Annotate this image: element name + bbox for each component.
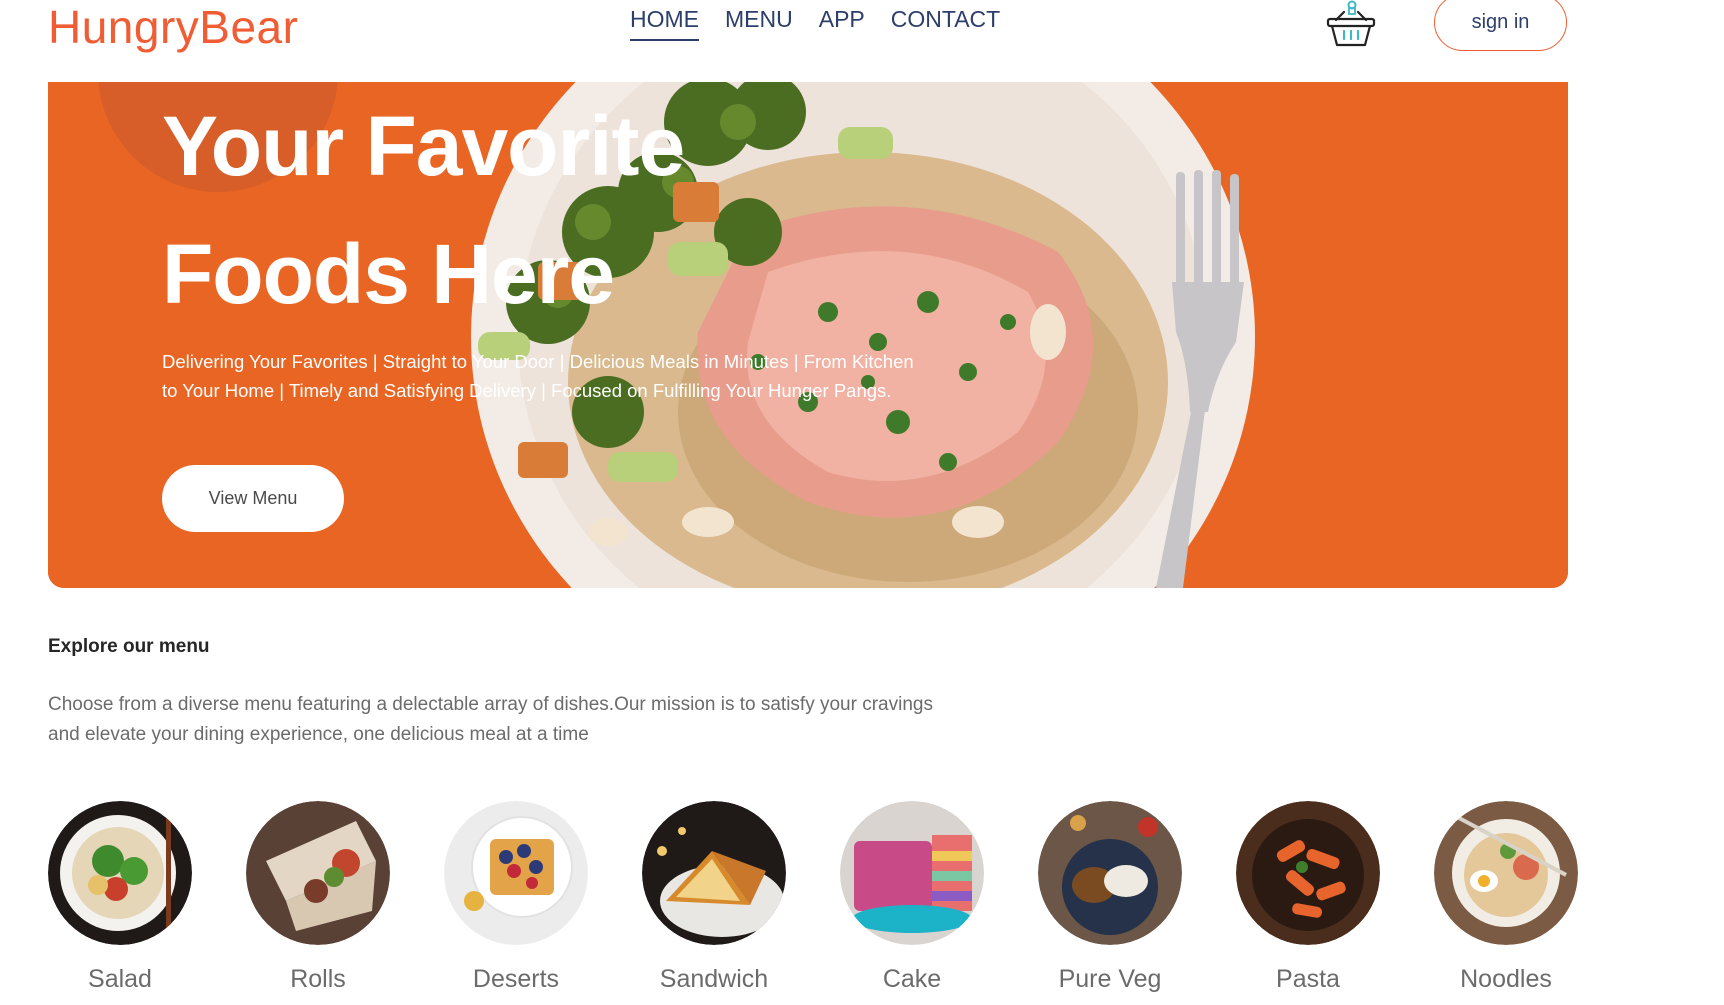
menu-item-label: Pure Veg — [1058, 965, 1162, 993]
menu-item-label: Noodles — [1460, 965, 1552, 993]
menu-item-salad[interactable]: Salad — [48, 801, 192, 994]
menu-item-cake[interactable]: Cake — [840, 801, 984, 994]
hero-description: Delivering Your Favorites | Straight to … — [162, 351, 914, 401]
menu-item-label: Deserts — [472, 965, 560, 993]
menu-item-label: Cake — [882, 965, 942, 993]
menu-item-pasta[interactable]: Pasta — [1236, 801, 1380, 994]
basket-icon[interactable] — [1322, 0, 1380, 50]
rolls-image — [246, 801, 390, 945]
sandwich-image — [642, 801, 786, 945]
pure-veg-image — [1038, 801, 1182, 945]
menu-item-pure-veg[interactable]: Pure Veg — [1038, 801, 1182, 994]
noodles-image — [1434, 801, 1578, 945]
hero-title-line-1: Your Favorite — [162, 99, 685, 193]
cake-image — [840, 801, 984, 945]
hero-title-line-2: Foods Here — [162, 227, 615, 321]
sign-in-button[interactable]: sign in — [1434, 0, 1567, 51]
salad-image — [48, 801, 192, 945]
menu-item-label: Pasta — [1276, 965, 1340, 993]
explore-menu-description: Choose from a diverse menu featuring a d… — [48, 694, 933, 745]
deserts-image — [444, 801, 588, 945]
menu-item-label: Salad — [88, 965, 152, 993]
nav-link-home[interactable]: HOME — [630, 6, 699, 41]
menu-category-list: Salad Rolls Deserts Sandwich Cake Pure V… — [48, 801, 1578, 1001]
hero-banner: Your Favorite Foods Here Delivering Your… — [48, 82, 1568, 588]
view-menu-button[interactable]: View Menu — [162, 465, 344, 532]
menu-item-noodles[interactable]: Noodles — [1434, 801, 1578, 994]
hero-title: Your Favorite Foods Here — [162, 82, 862, 338]
nav-link-app[interactable]: APP — [819, 6, 865, 41]
menu-item-label: Rolls — [290, 965, 346, 993]
nav-link-contact[interactable]: CONTACT — [891, 6, 1000, 41]
nav-links: HOME MENU APP CONTACT — [630, 6, 1000, 41]
menu-item-deserts[interactable]: Deserts — [444, 801, 588, 994]
explore-menu-title: Explore our menu — [48, 636, 210, 657]
navbar: HungryBear HOME MENU APP CONTACT sign in — [0, 0, 1724, 82]
logo[interactable]: HungryBear — [48, 0, 298, 54]
menu-item-rolls[interactable]: Rolls — [246, 801, 390, 994]
menu-item-sandwich[interactable]: Sandwich — [642, 801, 786, 994]
nav-link-menu[interactable]: MENU — [725, 6, 793, 41]
menu-item-label: Sandwich — [659, 965, 769, 993]
pasta-image — [1236, 801, 1380, 945]
